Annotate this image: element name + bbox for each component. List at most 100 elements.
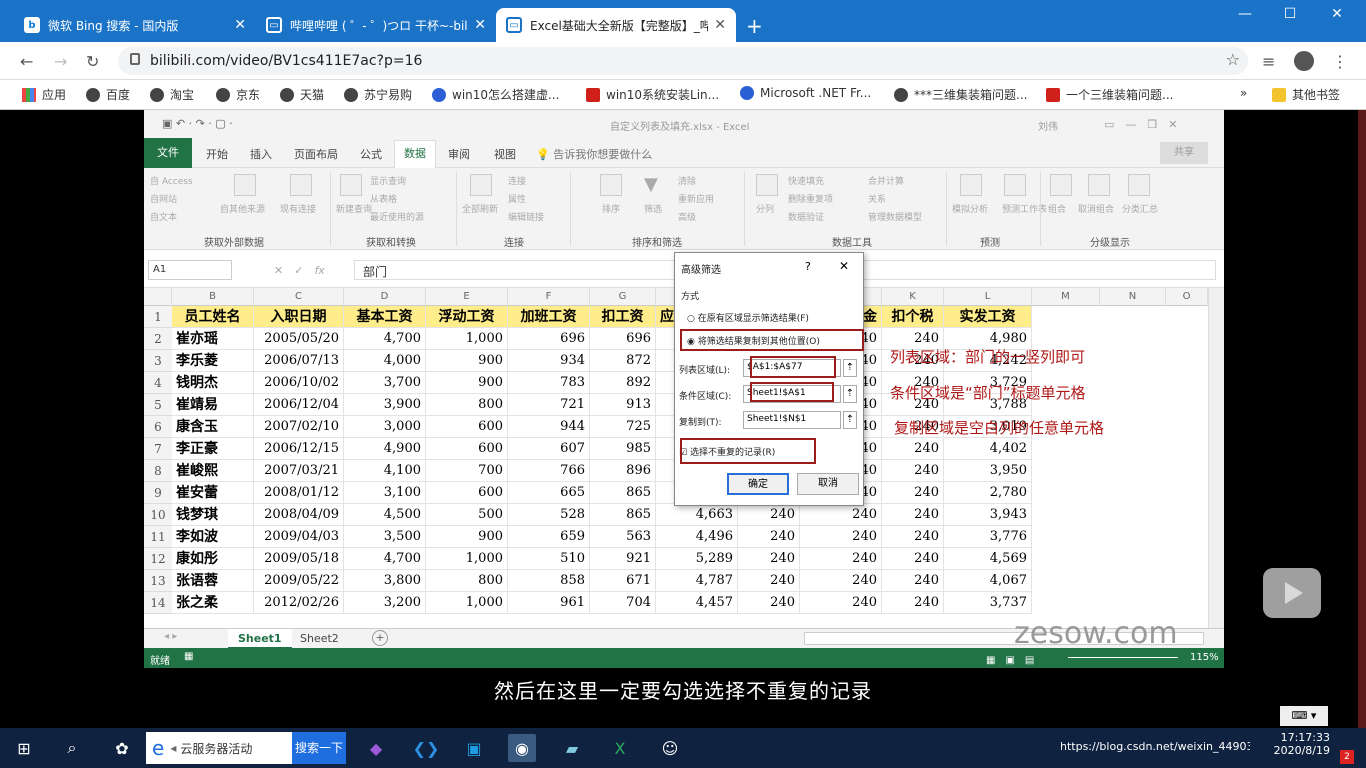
remove-duplicates-button[interactable]: 删除重复项 xyxy=(788,192,833,205)
table-cell[interactable]: 600 xyxy=(426,482,508,504)
table-cell[interactable]: 2005/05/20 xyxy=(254,328,344,350)
vscode-icon[interactable]: ❮❯ xyxy=(412,734,440,762)
collapse-icon[interactable]: ⇡ xyxy=(843,411,857,429)
row-header[interactable]: 1 xyxy=(144,306,172,328)
keyboard-icon[interactable]: ⌨ ▾ xyxy=(1280,706,1328,726)
table-cell[interactable]: 李如波 xyxy=(172,526,254,548)
close-icon[interactable]: ✕ xyxy=(474,17,486,33)
tab-review[interactable]: 审阅 xyxy=(448,146,470,162)
table-cell[interactable]: 4,700 xyxy=(344,328,426,350)
notification-badge[interactable]: 2 xyxy=(1340,750,1354,764)
table-cell[interactable]: 4,457 xyxy=(656,592,738,614)
bookmark-item[interactable]: win10怎么搭建虚... xyxy=(432,86,559,103)
avatar[interactable]: ☺ xyxy=(656,734,684,762)
reload-icon[interactable]: ↻ xyxy=(86,52,99,71)
profile-icon[interactable] xyxy=(1294,51,1314,71)
back-icon[interactable]: ← xyxy=(20,52,33,71)
from-table-button[interactable]: 从表格 xyxy=(370,192,397,205)
menu-icon[interactable]: ⋮ xyxy=(1332,52,1348,71)
ungroup-button[interactable]: 取消组合 xyxy=(1078,202,1114,215)
table-cell[interactable]: 4,787 xyxy=(656,570,738,592)
group-button[interactable]: 组合 xyxy=(1048,202,1066,215)
table-cell[interactable]: 崔安蕾 xyxy=(172,482,254,504)
search-icon[interactable]: ⌕ xyxy=(58,734,86,762)
tab-view[interactable]: 视图 xyxy=(494,146,516,162)
table-cell[interactable]: 4,100 xyxy=(344,460,426,482)
table-cell[interactable]: 240 xyxy=(800,570,882,592)
properties-button[interactable]: 属性 xyxy=(508,192,526,205)
table-cell[interactable]: 3,000 xyxy=(344,416,426,438)
relationships-button[interactable]: 关系 xyxy=(868,192,886,205)
bookmark-item[interactable]: 百度 xyxy=(86,86,130,103)
column-header[interactable]: N xyxy=(1100,288,1166,306)
new-query-button[interactable]: 新建查询 xyxy=(336,202,372,215)
table-cell[interactable]: 1,000 xyxy=(426,328,508,350)
show-queries-button[interactable]: 显示查询 xyxy=(370,174,406,187)
from-text-button[interactable]: 自文本 xyxy=(150,210,177,223)
table-cell[interactable]: 240 xyxy=(800,548,882,570)
header-cell[interactable]: 浮动工资 xyxy=(426,306,508,328)
bookmark-item[interactable]: ***三维集装箱问题... xyxy=(894,86,1027,103)
ok-button[interactable]: 确定 xyxy=(727,473,789,495)
what-if-button[interactable]: 模拟分析 xyxy=(952,202,988,215)
row-header[interactable]: 10 xyxy=(144,504,172,526)
maximize-button[interactable]: ☐ xyxy=(1275,6,1305,22)
video-player[interactable]: ▣ ↶ · ↷ · ▢ · 自定义列表及填充.xlsx - Excel 刘伟 ▭… xyxy=(8,110,1358,728)
bookmark-item[interactable]: 苏宁易购 xyxy=(344,86,412,103)
view-icons[interactable]: ▦ ▣ ▤ xyxy=(986,651,1034,666)
tab-home[interactable]: 开始 xyxy=(206,146,228,162)
table-cell[interactable]: 725 xyxy=(590,416,656,438)
vertical-scrollbar[interactable] xyxy=(1208,288,1224,628)
column-header[interactable]: B xyxy=(172,288,254,306)
table-cell[interactable]: 3,800 xyxy=(344,570,426,592)
table-cell[interactable]: 2009/05/18 xyxy=(254,548,344,570)
table-cell[interactable]: 240 xyxy=(738,592,800,614)
help-button[interactable]: ? xyxy=(805,260,811,273)
table-cell[interactable]: 240 xyxy=(882,548,944,570)
table-cell[interactable]: 2007/03/21 xyxy=(254,460,344,482)
table-cell[interactable]: 5,289 xyxy=(656,548,738,570)
table-cell[interactable]: 921 xyxy=(590,548,656,570)
bookmark-item[interactable]: 淘宝 xyxy=(150,86,194,103)
zoom-slider[interactable] xyxy=(1068,657,1178,658)
table-cell[interactable]: 892 xyxy=(590,372,656,394)
data-validation-button[interactable]: 数据验证 xyxy=(788,210,824,223)
table-cell[interactable]: 665 xyxy=(508,482,590,504)
table-cell[interactable]: 4,700 xyxy=(344,548,426,570)
refresh-all-button[interactable]: 全部刷新 xyxy=(462,202,498,215)
table-cell[interactable]: 2009/05/22 xyxy=(254,570,344,592)
table-cell[interactable]: 240 xyxy=(882,482,944,504)
bookmark-item[interactable]: Microsoft .NET Fr... xyxy=(740,86,871,100)
column-header[interactable]: O xyxy=(1166,288,1208,306)
tab-excel-video[interactable]: ▭ Excel基础大全新版【完整版】_哔 ✕ xyxy=(496,8,736,42)
table-cell[interactable]: 4,500 xyxy=(344,504,426,526)
table-cell[interactable]: 3,700 xyxy=(344,372,426,394)
taskbar-search[interactable]: e ◂ 云服务器活动 搜索一下 xyxy=(146,732,346,764)
table-cell[interactable]: 2006/12/04 xyxy=(254,394,344,416)
table-cell[interactable]: 崔靖易 xyxy=(172,394,254,416)
table-cell[interactable]: 766 xyxy=(508,460,590,482)
table-cell[interactable]: 3,100 xyxy=(344,482,426,504)
share-button[interactable]: 共享 xyxy=(1160,142,1208,164)
filter-button[interactable]: 筛选 xyxy=(644,202,662,215)
table-cell[interactable]: 700 xyxy=(426,460,508,482)
table-cell[interactable]: 659 xyxy=(508,526,590,548)
forward-icon[interactable]: → xyxy=(54,52,67,71)
task-view-icon[interactable]: ✿ xyxy=(108,734,136,762)
add-sheet-button[interactable]: + xyxy=(372,630,388,646)
table-cell[interactable]: 900 xyxy=(426,526,508,548)
notepad-icon[interactable]: ▰ xyxy=(558,734,586,762)
sheet-nav-icon[interactable]: ◂ ▸ xyxy=(164,631,177,642)
table-cell[interactable]: 3,950 xyxy=(944,460,1032,482)
option-in-place[interactable]: ○ 在原有区域显示筛选结果(F) xyxy=(687,311,809,324)
from-web-button[interactable]: 自网站 xyxy=(150,192,177,205)
table-cell[interactable]: 240 xyxy=(882,592,944,614)
table-cell[interactable]: 4,067 xyxy=(944,570,1032,592)
edit-links-button[interactable]: 编辑链接 xyxy=(508,210,544,223)
table-cell[interactable]: 2006/12/15 xyxy=(254,438,344,460)
table-cell[interactable]: 3,776 xyxy=(944,526,1032,548)
app-icon[interactable]: ▣ xyxy=(460,734,488,762)
table-cell[interactable]: 240 xyxy=(800,526,882,548)
close-icon[interactable]: ✕ xyxy=(714,17,726,33)
from-access-button[interactable]: 自 Access xyxy=(150,174,193,187)
